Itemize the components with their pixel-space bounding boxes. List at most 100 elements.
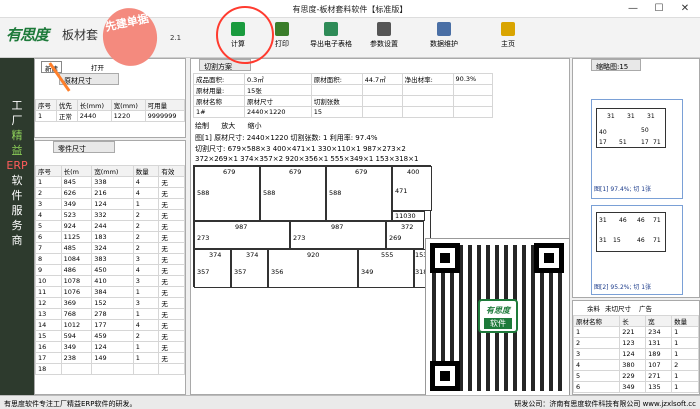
export-excel-button[interactable]: 导出电子表格 [306,22,356,56]
col-header: 数量 [671,315,699,327]
cell: 149 [91,352,134,364]
table-row[interactable]: 9 486 450 4 无 [35,264,185,276]
table-row[interactable]: 5 229 271 1 [572,370,699,382]
tab-ads[interactable]: 广告 [639,303,652,315]
thumb-sheet: 31 46 46 71 31 15 46 71 [596,212,666,252]
cell: 17 [35,352,62,364]
table-row[interactable]: 原材名称 原材尺寸 切割张数 [193,95,494,107]
piece: 400 471 [392,166,432,211]
tab-uncut[interactable]: 未切尺寸 [605,303,631,315]
cell [310,84,363,96]
close-button[interactable]: ✕ [672,1,698,16]
home-button[interactable]: 主页 [488,22,528,56]
cell: 正常 [55,110,78,122]
tab-raw-material[interactable]: 原材尺寸 [59,73,119,85]
table-row[interactable]: 成品面积: 0.3㎡ 原材面积: 44.7㎡ 净出材率: 90.3% [193,73,494,85]
table-row[interactable]: 8 1084 383 3 无 [35,253,185,265]
draw-button[interactable]: 绘制 [195,122,209,130]
cell: 124 [91,341,134,353]
table-row[interactable]: 11 1076 384 1 无 [35,286,185,298]
sidebar-char: 服 [11,204,23,217]
table-row[interactable]: 6 349 135 1 [572,381,699,393]
table-row[interactable]: 2 626 216 4 无 [35,187,185,199]
table-row[interactable]: 18 [35,363,185,375]
cell: 410 [91,275,134,287]
sidebar-char: 软 [11,174,23,187]
table-row[interactable]: 13 768 278 1 无 [35,308,185,320]
table-row[interactable]: 1# 2440×1220 15 [193,106,494,118]
maximize-button[interactable]: ☐ [646,1,672,16]
gear-icon [377,22,391,36]
cell: 1 [132,341,160,353]
sidebar-char: 件 [11,189,23,202]
table-row[interactable]: 6 1125 183 2 无 [35,231,185,243]
qr-code: 有思度 软件 [425,238,570,396]
table-row[interactable]: 16 349 124 1 无 [35,341,185,353]
cell: 13 [35,308,62,320]
thumbnail-1[interactable]: 31 31 31 40 50 17 51 17 71 图[1] 97.4%; 切… [591,99,683,199]
cell: 1 [132,308,160,320]
table-row[interactable]: 17 238 149 1 无 [35,352,185,364]
cell: 1 [671,337,699,349]
remainder-panel: 余料 未切尺寸 广告 原材名称 长 宽 数量 1 221 234 1 2 123 131 1 3… [572,300,700,395]
remainder-table: 原材名称 长 宽 数量 1 221 234 1 2 123 131 1 3 124 189 1 4 380… [572,315,699,393]
cell: 4 [132,176,160,188]
table-row[interactable]: 15 594 459 2 无 [35,330,185,342]
cell: 3 [132,275,160,287]
table-row[interactable]: 7 485 324 2 无 [35,242,185,254]
zoom-in-button[interactable]: 放大 [221,122,235,130]
cell: 177 [91,319,134,331]
cut-tools: 绘制 放大 缩小 [195,121,261,131]
data-maintenance-button[interactable]: 数据维护 [424,22,464,56]
piece: 374 357 [194,249,231,288]
sidebar-char: 务 [11,219,23,232]
table-row[interactable]: 12 369 152 3 无 [35,297,185,309]
cell [401,84,454,96]
brand-logo: 有思度 [6,26,49,44]
table-row[interactable]: 1 845 338 4 无 [35,176,185,188]
tab-remainder[interactable]: 余料 [587,303,600,315]
sidebar-char: 商 [11,234,23,247]
table-row[interactable]: 2 123 131 1 [572,337,699,349]
cell: 2440 [76,110,112,122]
table-row[interactable]: 3 349 124 1 无 [35,198,185,210]
tab-thumbnails[interactable]: 缩略图:15 [591,59,641,71]
cell: 271 [645,370,673,382]
cell: 594 [60,330,93,342]
cell [401,95,454,107]
minimize-button[interactable]: — [620,1,646,16]
table-row[interactable]: 14 1012 177 4 无 [35,319,185,331]
thumbnail-2[interactable]: 31 46 46 71 31 15 46 71 图[2] 95.2%; 切 1张 [591,205,683,295]
cell: 486 [60,264,93,276]
cut-desc-1: 图[1] 原材尺寸: 2440×1220 切割张数: 1 利用率: 97.4% [195,134,378,142]
table-row[interactable]: 1 221 234 1 [572,326,699,338]
table-row[interactable]: 3 124 189 1 [572,348,699,360]
cell: 无 [158,264,185,276]
cell: 无 [158,286,185,298]
title-bar: 有思度-板材套料软件【标准版】 — ☐ ✕ [0,0,700,18]
thumb-sheet: 31 31 31 40 50 17 51 17 71 [596,108,666,148]
piece: 987 273 [290,221,386,249]
table-row[interactable]: 原材用量: 15张 [193,84,494,96]
settings-button[interactable]: 参数设置 [364,22,404,56]
tab-parts[interactable]: 零件尺寸 [53,141,115,153]
cell: 44.7㎡ [361,73,403,85]
table-row[interactable]: 10 1078 410 3 无 [35,275,185,287]
brand-product: 板材套 [62,28,99,42]
table-row[interactable]: 5 924 244 2 无 [35,220,185,232]
cell: 1 [671,381,699,393]
cell: 485 [60,242,93,254]
cell: 845 [60,176,93,188]
table-row[interactable]: 4 380 107 2 [572,359,699,371]
table-row[interactable]: 4 523 332 2 无 [35,209,185,221]
cell: 2 [572,337,621,349]
table-row[interactable]: 1 正常 2440 1220 9999999 [35,110,186,122]
cell: 369 [60,297,93,309]
col-header: 宽(mm) [91,165,134,177]
piece: 920 356 [268,249,358,288]
cut-desc-2: 切割尺寸: 679×588×3 400×471×1 330×110×1 987×… [195,145,406,153]
cell: 1 [132,286,160,298]
zoom-out-button[interactable]: 缩小 [247,122,261,130]
cell: 15张 [243,84,312,96]
piece: 679 588 [194,166,260,221]
